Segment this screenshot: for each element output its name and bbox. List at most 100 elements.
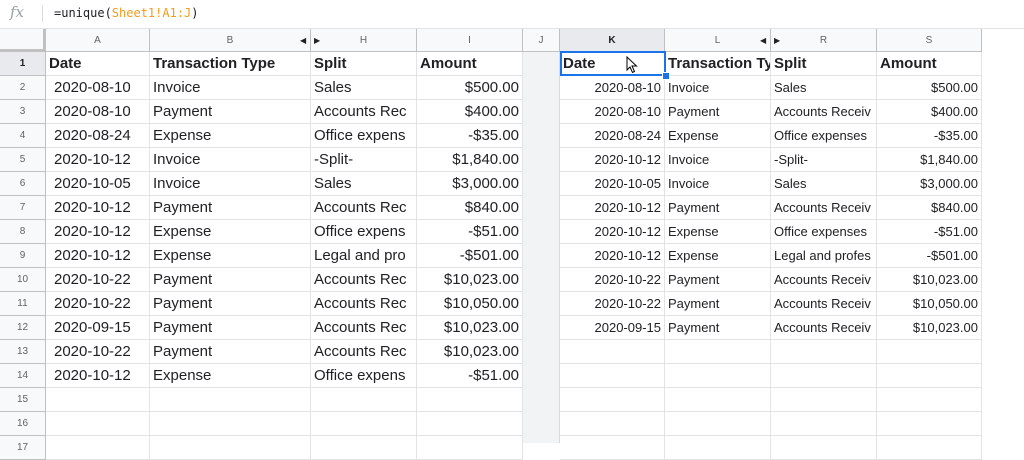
data-cell-left[interactable]: 2020-10-22: [46, 340, 150, 364]
row-header[interactable]: 15: [0, 388, 46, 412]
data-cell-left[interactable]: 2020-10-12: [46, 364, 150, 388]
data-cell-right[interactable]: Invoice: [665, 148, 771, 172]
data-cell-left[interactable]: Payment: [150, 268, 311, 292]
data-cell-right[interactable]: 2020-10-05: [560, 172, 665, 196]
row-header[interactable]: 3: [0, 100, 46, 124]
column-header-j[interactable]: J: [523, 29, 560, 52]
header-cell-left[interactable]: Date: [46, 52, 150, 76]
hidden-columns-right-arrow[interactable]: ▶: [314, 29, 320, 52]
header-cell-right[interactable]: Date: [560, 52, 665, 76]
data-cell-right[interactable]: 2020-10-12: [560, 220, 665, 244]
grid-cell[interactable]: [417, 436, 523, 460]
data-cell-left[interactable]: 2020-10-12: [46, 148, 150, 172]
grid-cell[interactable]: [311, 412, 417, 436]
row-header[interactable]: 12: [0, 316, 46, 340]
column-header-a[interactable]: A: [46, 29, 150, 52]
data-cell-left[interactable]: 2020-08-10: [46, 76, 150, 100]
data-cell-left[interactable]: 2020-10-12: [46, 244, 150, 268]
row-header[interactable]: 6: [0, 172, 46, 196]
data-cell-right[interactable]: 2020-10-12: [560, 148, 665, 172]
row-header[interactable]: 2: [0, 76, 46, 100]
data-cell-right[interactable]: Sales: [771, 76, 877, 100]
data-cell-left[interactable]: Invoice: [150, 148, 311, 172]
data-cell-right[interactable]: $10,023.00: [877, 268, 982, 292]
grid-cell[interactable]: [560, 364, 665, 388]
data-cell-right[interactable]: 2020-08-10: [560, 76, 665, 100]
grid-cell[interactable]: [311, 436, 417, 460]
data-cell-left[interactable]: Invoice: [150, 76, 311, 100]
data-cell-right[interactable]: -$35.00: [877, 124, 982, 148]
data-cell-right[interactable]: $500.00: [877, 76, 982, 100]
column-header-r[interactable]: R: [771, 29, 877, 52]
grid-cell[interactable]: [46, 388, 150, 412]
row-header[interactable]: 9: [0, 244, 46, 268]
data-cell-left[interactable]: Expense: [150, 244, 311, 268]
column-header-h[interactable]: H: [311, 29, 417, 52]
data-cell-left[interactable]: Payment: [150, 340, 311, 364]
grid-cell[interactable]: [150, 388, 311, 412]
data-cell-left[interactable]: 2020-09-15: [46, 316, 150, 340]
grid-cell[interactable]: [771, 388, 877, 412]
data-cell-right[interactable]: $840.00: [877, 196, 982, 220]
data-cell-left[interactable]: $10,023.00: [417, 316, 523, 340]
data-cell-right[interactable]: Accounts Receiv: [771, 196, 877, 220]
data-cell-left[interactable]: Accounts Rec: [311, 268, 417, 292]
column-header-s[interactable]: S: [877, 29, 982, 52]
data-cell-left[interactable]: 2020-10-05: [46, 172, 150, 196]
data-cell-left[interactable]: Office expens: [311, 364, 417, 388]
data-cell-right[interactable]: 2020-09-15: [560, 316, 665, 340]
data-cell-left[interactable]: Sales: [311, 76, 417, 100]
data-cell-right[interactable]: Payment: [665, 196, 771, 220]
hidden-columns-right-arrow-2[interactable]: ▶: [774, 29, 780, 52]
data-cell-left[interactable]: Expense: [150, 364, 311, 388]
data-cell-left[interactable]: -Split-: [311, 148, 417, 172]
data-cell-right[interactable]: Accounts Receiv: [771, 100, 877, 124]
data-cell-left[interactable]: Legal and pro: [311, 244, 417, 268]
grid-cell[interactable]: [771, 412, 877, 436]
formula-input[interactable]: =unique(Sheet1!A1:J): [54, 6, 199, 20]
row-header[interactable]: 11: [0, 292, 46, 316]
column-header-k[interactable]: K: [560, 29, 665, 52]
data-cell-left[interactable]: 2020-08-24: [46, 124, 150, 148]
row-header[interactable]: 4: [0, 124, 46, 148]
data-cell-left[interactable]: $3,000.00: [417, 172, 523, 196]
data-cell-right[interactable]: 2020-08-24: [560, 124, 665, 148]
grid-cell[interactable]: [417, 388, 523, 412]
data-cell-left[interactable]: $10,023.00: [417, 268, 523, 292]
data-cell-right[interactable]: $10,023.00: [877, 316, 982, 340]
data-cell-right[interactable]: Payment: [665, 100, 771, 124]
data-cell-left[interactable]: $500.00: [417, 76, 523, 100]
data-cell-left[interactable]: $1,840.00: [417, 148, 523, 172]
data-cell-right[interactable]: $10,050.00: [877, 292, 982, 316]
grid-cell[interactable]: [560, 388, 665, 412]
data-cell-right[interactable]: -$51.00: [877, 220, 982, 244]
data-cell-left[interactable]: 2020-08-10: [46, 100, 150, 124]
data-cell-left[interactable]: $840.00: [417, 196, 523, 220]
data-cell-left[interactable]: 2020-10-22: [46, 292, 150, 316]
data-cell-left[interactable]: Accounts Rec: [311, 340, 417, 364]
data-cell-left[interactable]: -$501.00: [417, 244, 523, 268]
row-header[interactable]: 5: [0, 148, 46, 172]
spreadsheet-grid[interactable]: A B H I J K L R S ◀ ▶ ◀ ▶ 1 2 3 4 5 6 7 8 9 10 11 12 13 14 15 16 17 Da…: [0, 29, 1024, 460]
data-cell-right[interactable]: Accounts Receiv: [771, 268, 877, 292]
data-cell-right[interactable]: Office expenses: [771, 220, 877, 244]
data-cell-right[interactable]: Payment: [665, 292, 771, 316]
data-cell-right[interactable]: Invoice: [665, 76, 771, 100]
grid-cell[interactable]: [877, 388, 982, 412]
row-header[interactable]: 17: [0, 436, 46, 460]
data-cell-right[interactable]: Office expenses: [771, 124, 877, 148]
data-cell-right[interactable]: -Split-: [771, 148, 877, 172]
data-cell-right[interactable]: 2020-10-12: [560, 196, 665, 220]
data-cell-left[interactable]: 2020-10-12: [46, 196, 150, 220]
data-cell-left[interactable]: Payment: [150, 292, 311, 316]
header-cell-right[interactable]: Split: [771, 52, 877, 76]
column-header-b[interactable]: B: [150, 29, 311, 52]
data-cell-left[interactable]: Invoice: [150, 172, 311, 196]
data-cell-left[interactable]: -$51.00: [417, 364, 523, 388]
data-cell-right[interactable]: -$501.00: [877, 244, 982, 268]
grid-cell[interactable]: [877, 340, 982, 364]
row-header[interactable]: 14: [0, 364, 46, 388]
data-cell-left[interactable]: $10,023.00: [417, 340, 523, 364]
header-cell-left[interactable]: Amount: [417, 52, 523, 76]
grid-cell[interactable]: [46, 412, 150, 436]
